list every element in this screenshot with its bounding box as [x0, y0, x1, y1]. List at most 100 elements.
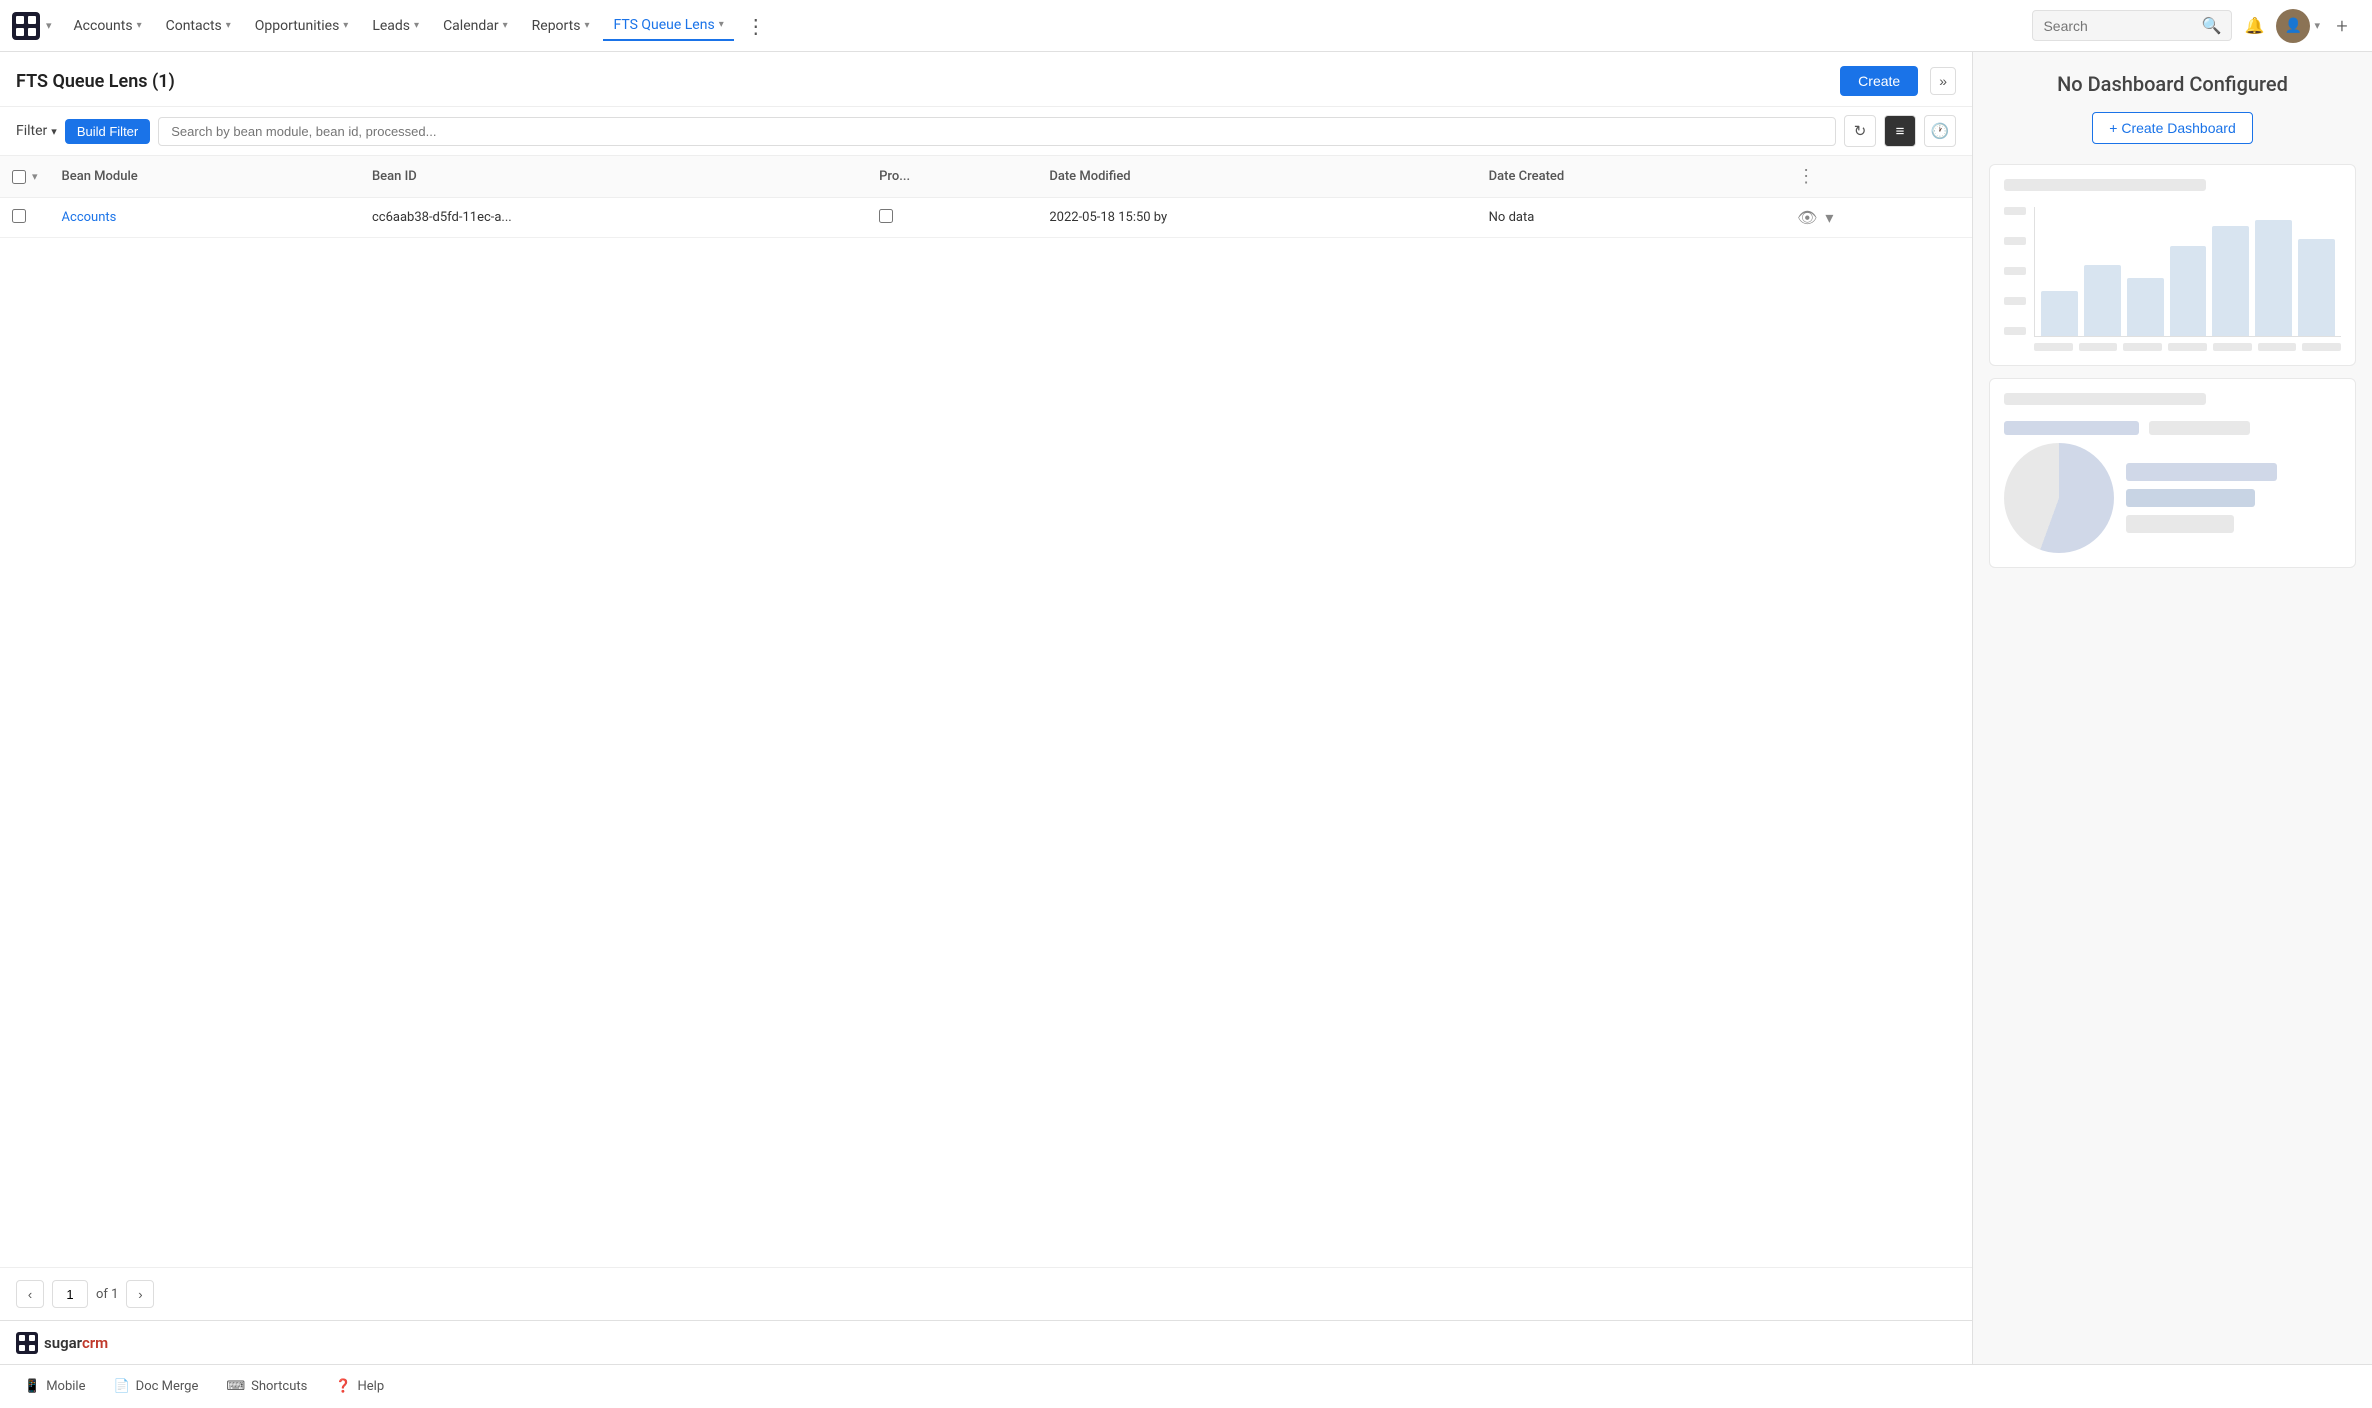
bean-module-link[interactable]: Accounts — [62, 210, 117, 225]
row-date-created-cell: No data — [1477, 198, 1785, 238]
col-more-icon[interactable]: ⋮ — [1797, 166, 1815, 187]
status-bar: 📱 Mobile 📄 Doc Merge ⌨ Shortcuts ❓ Help — [0, 1364, 2372, 1408]
col-header-bean-module[interactable]: Bean Module — [50, 156, 360, 198]
avatar-image: 👤 — [2285, 18, 2302, 34]
refresh-button[interactable]: ↻ — [1844, 115, 1876, 147]
pie-chart-title-skeleton — [2004, 393, 2206, 405]
processed-checkbox[interactable] — [879, 209, 893, 223]
shortcuts-label: Shortcuts — [251, 1379, 307, 1394]
row-bean-id-cell: cc6aab38-d5fd-11ec-a... — [360, 198, 867, 238]
clock-button[interactable]: 🕐 — [1924, 115, 1956, 147]
col-header-actions: ⋮ — [1785, 156, 1972, 198]
doc-merge-button[interactable]: 📄 Doc Merge — [113, 1379, 198, 1394]
chevron-icon-fts: ▾ — [719, 19, 724, 30]
mobile-button[interactable]: 📱 Mobile — [24, 1379, 85, 1394]
search-icon[interactable]: 🔍 — [2201, 16, 2221, 35]
pie-legend — [2126, 463, 2341, 533]
chevron-icon-leads: ▾ — [414, 20, 419, 31]
data-table: ▾ Bean Module Bean ID Pro... — [0, 156, 1972, 238]
select-all-header[interactable]: ▾ — [0, 156, 50, 198]
date-modified-value: 2022-05-18 15:50 by — [1049, 210, 1167, 225]
footer-bar: sugarcrm — [0, 1320, 1972, 1364]
nav-item-calendar[interactable]: Calendar ▾ — [433, 12, 518, 40]
nav-label-leads: Leads — [372, 18, 410, 34]
next-page-button[interactable]: › — [126, 1280, 154, 1308]
chevron-icon-reports: ▾ — [584, 20, 589, 31]
prev-page-button[interactable]: ‹ — [16, 1280, 44, 1308]
col-header-bean-id[interactable]: Bean ID — [360, 156, 867, 198]
page-of-text: of 1 — [96, 1287, 118, 1302]
nav-label-fts: FTS Queue Lens — [613, 17, 714, 33]
expand-icon[interactable]: ▾ — [1825, 208, 1833, 227]
col-header-date-created[interactable]: Date Created — [1477, 156, 1785, 198]
nav-item-accounts[interactable]: Accounts ▾ — [64, 12, 152, 40]
bar — [2212, 226, 2249, 336]
search-bar[interactable]: 🔍 — [2032, 10, 2232, 41]
help-icon: ❓ — [335, 1379, 351, 1394]
select-all-checkbox[interactable] — [12, 170, 26, 184]
legend-item-2 — [2126, 489, 2255, 507]
create-dashboard-button[interactable]: + Create Dashboard — [2092, 112, 2252, 144]
avatar-chevron[interactable]: ▾ — [2314, 19, 2320, 32]
legend-item-3 — [2126, 515, 2234, 533]
table-container: ▾ Bean Module Bean ID Pro... — [0, 156, 1972, 1267]
chevron-icon-contacts: ▾ — [226, 20, 231, 31]
filter-text: Filter — [16, 123, 47, 139]
footer-logo-text: sugarcrm — [44, 1334, 108, 1352]
add-button[interactable]: + — [2324, 8, 2360, 44]
shortcuts-button[interactable]: ⌨ Shortcuts — [226, 1379, 307, 1394]
row-bean-module-cell: Accounts — [50, 198, 360, 238]
list-view-button[interactable]: ≡ — [1884, 115, 1916, 147]
nav-item-opportunities[interactable]: Opportunities ▾ — [245, 12, 359, 40]
shortcuts-icon: ⌨ — [226, 1379, 245, 1394]
filter-label[interactable]: Filter ▾ — [16, 123, 57, 139]
expand-arrows-button[interactable]: » — [1930, 67, 1956, 95]
build-filter-button[interactable]: Build Filter — [65, 119, 150, 144]
create-button[interactable]: Create — [1840, 66, 1918, 96]
nav-item-contacts[interactable]: Contacts ▾ — [156, 12, 241, 40]
search-input[interactable] — [2043, 18, 2193, 34]
bar — [2041, 291, 2078, 336]
nav-item-fts[interactable]: FTS Queue Lens ▾ — [603, 11, 733, 41]
logo[interactable]: ▾ — [12, 12, 52, 40]
nav-more-button[interactable]: ⋮ — [738, 10, 774, 42]
nav-label-contacts: Contacts — [166, 18, 222, 34]
notification-bell-button[interactable]: 🔔 — [2236, 8, 2272, 44]
x-label — [2302, 343, 2341, 351]
user-avatar[interactable]: 👤 — [2276, 9, 2310, 43]
help-button[interactable]: ❓ Help — [335, 1379, 384, 1394]
clock-icon: 🕐 — [1931, 122, 1950, 140]
nav-label-accounts: Accounts — [74, 18, 133, 34]
col-header-processed[interactable]: Pro... — [867, 156, 1037, 198]
bar — [2084, 265, 2121, 336]
table-row: Accounts cc6aab38-d5fd-11ec-a... 2022-05… — [0, 198, 1972, 238]
row-processed-cell[interactable] — [867, 198, 1037, 238]
x-label — [2123, 343, 2162, 351]
sort-chevron-icon[interactable]: ▾ — [32, 170, 38, 183]
x-label — [2034, 343, 2073, 351]
bar — [2127, 278, 2164, 336]
col-header-date-modified[interactable]: Date Modified — [1037, 156, 1476, 198]
logo-chevron[interactable]: ▾ — [46, 19, 52, 32]
row-checkbox-cell[interactable] — [0, 198, 50, 238]
col-label-bean-id: Bean ID — [372, 169, 417, 184]
list-icon: ≡ — [1896, 122, 1905, 140]
row-checkbox[interactable] — [12, 209, 26, 223]
page-number-input[interactable] — [52, 1280, 88, 1308]
help-label: Help — [358, 1379, 385, 1394]
y-label — [2004, 297, 2026, 305]
chart-x-labels — [2004, 343, 2341, 351]
top-nav: ▾ Accounts ▾ Contacts ▾ Opportunities ▾ … — [0, 0, 2372, 52]
filter-search-input[interactable] — [158, 117, 1836, 146]
row-action-cell: 👁 ▾ — [1785, 198, 1972, 238]
view-icon[interactable]: 👁 — [1797, 208, 1817, 227]
chart-title-skeleton — [2004, 179, 2206, 191]
y-label — [2004, 267, 2026, 275]
nav-label-opportunities: Opportunities — [255, 18, 340, 34]
pie-chart-placeholder — [1989, 378, 2356, 568]
bar — [2298, 239, 2335, 336]
bean-id-value: cc6aab38-d5fd-11ec-a... — [372, 210, 512, 225]
doc-merge-label: Doc Merge — [136, 1379, 199, 1394]
nav-item-leads[interactable]: Leads ▾ — [362, 12, 429, 40]
nav-item-reports[interactable]: Reports ▾ — [522, 12, 600, 40]
